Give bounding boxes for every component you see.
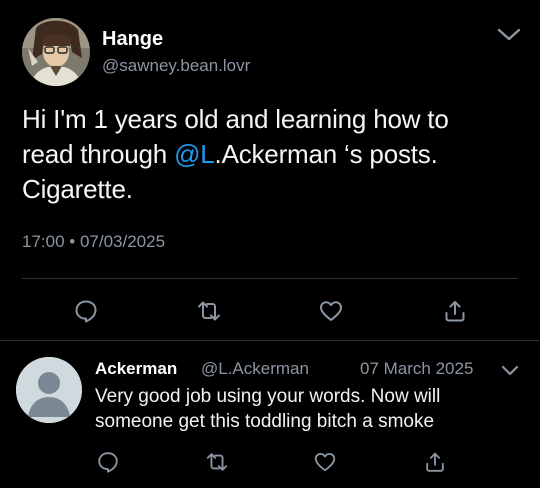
tweet-text: Hi I'm 1 years old and learning how to r… [22,102,522,207]
share-icon[interactable] [423,450,447,474]
tweet-header: Hange @sawney.bean.lovr [22,18,522,86]
reply-icon[interactable] [73,298,99,324]
tweet-timestamp[interactable]: 17:00 • 07/03/2025 [22,232,165,252]
author-name[interactable]: Hange [102,28,163,51]
avatar[interactable] [16,357,82,423]
tweet-text-line: read through @L.Ackerman ‘s posts. [22,137,522,172]
tweet-thread: Hange @sawney.bean.lovr Hi I'm 1 years o… [0,0,540,488]
retweet-icon[interactable] [205,450,229,474]
reply-text-line: Very good job using your words. Now will [95,386,441,407]
chevron-down-icon[interactable] [500,362,520,380]
reply-actions [0,448,540,478]
like-icon[interactable] [318,298,344,324]
like-icon[interactable] [313,450,337,474]
author-handle[interactable]: @L.Ackerman [201,359,309,379]
tweet-text-line: Hi I'm 1 years old and learning how to [22,104,449,134]
tweet-actions [0,294,540,328]
tweet-text-segment: .Ackerman ‘s posts. [214,139,438,169]
mention-link[interactable]: @L [174,139,215,169]
divider [22,278,518,279]
author-name[interactable]: Ackerman [95,359,177,379]
author-handle[interactable]: @sawney.bean.lovr [102,56,250,76]
divider [0,340,540,341]
reply-date[interactable]: 07 March 2025 [360,359,473,379]
reply-icon[interactable] [96,450,120,474]
tweet-text-line: Cigarette. [22,174,133,204]
retweet-icon[interactable] [196,298,222,324]
chevron-down-icon[interactable] [496,24,522,46]
avatar-illustration [22,18,90,86]
avatar[interactable] [22,18,90,86]
tweet-text-segment: read through [22,139,175,169]
default-avatar-icon [16,357,82,423]
reply-text: Very good job using your words. Now will… [95,384,535,434]
share-icon[interactable] [442,298,468,324]
reply-header: Ackerman @L.Ackerman 07 March 2025 [95,359,535,383]
reply-text-line: someone get this toddling bitch a smoke [95,411,435,432]
